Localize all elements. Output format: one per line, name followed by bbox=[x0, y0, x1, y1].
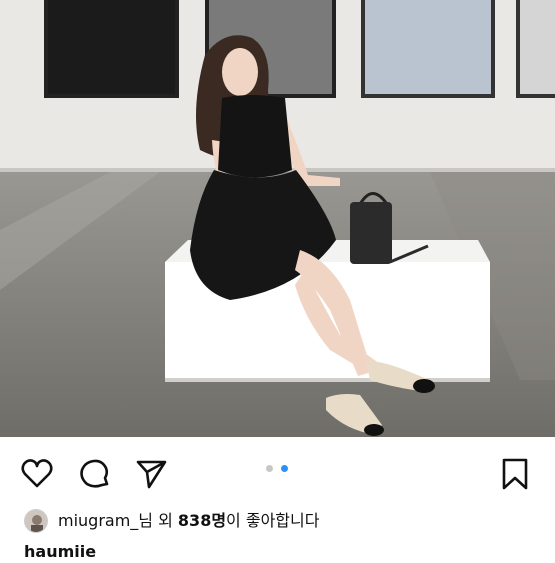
likes-suffix: 님 외 bbox=[138, 511, 178, 530]
artwork-frame bbox=[516, 0, 555, 98]
post-photo[interactable] bbox=[0, 0, 555, 437]
heart-icon[interactable] bbox=[20, 457, 54, 491]
carousel-dot-active bbox=[281, 465, 288, 472]
carousel-indicator bbox=[266, 465, 290, 473]
avatar[interactable] bbox=[24, 509, 48, 533]
liker-username[interactable]: miugram_ bbox=[58, 511, 138, 530]
likes-suffix-2: 이 좋아합니다 bbox=[226, 511, 320, 530]
artwork-frame bbox=[44, 0, 179, 98]
send-icon[interactable] bbox=[134, 457, 168, 491]
comment-icon[interactable] bbox=[78, 457, 112, 491]
artwork-frame bbox=[361, 0, 495, 98]
likes-count[interactable]: 838명 bbox=[178, 511, 226, 530]
caption-username[interactable]: haumiie bbox=[24, 541, 96, 563]
carousel-dot bbox=[266, 465, 273, 472]
likes-summary: miugram_님 외 838명이 좋아합니다 bbox=[0, 507, 555, 537]
bookmark-icon[interactable] bbox=[498, 457, 532, 491]
likes-text[interactable]: miugram_님 외 838명이 좋아합니다 bbox=[58, 510, 319, 532]
